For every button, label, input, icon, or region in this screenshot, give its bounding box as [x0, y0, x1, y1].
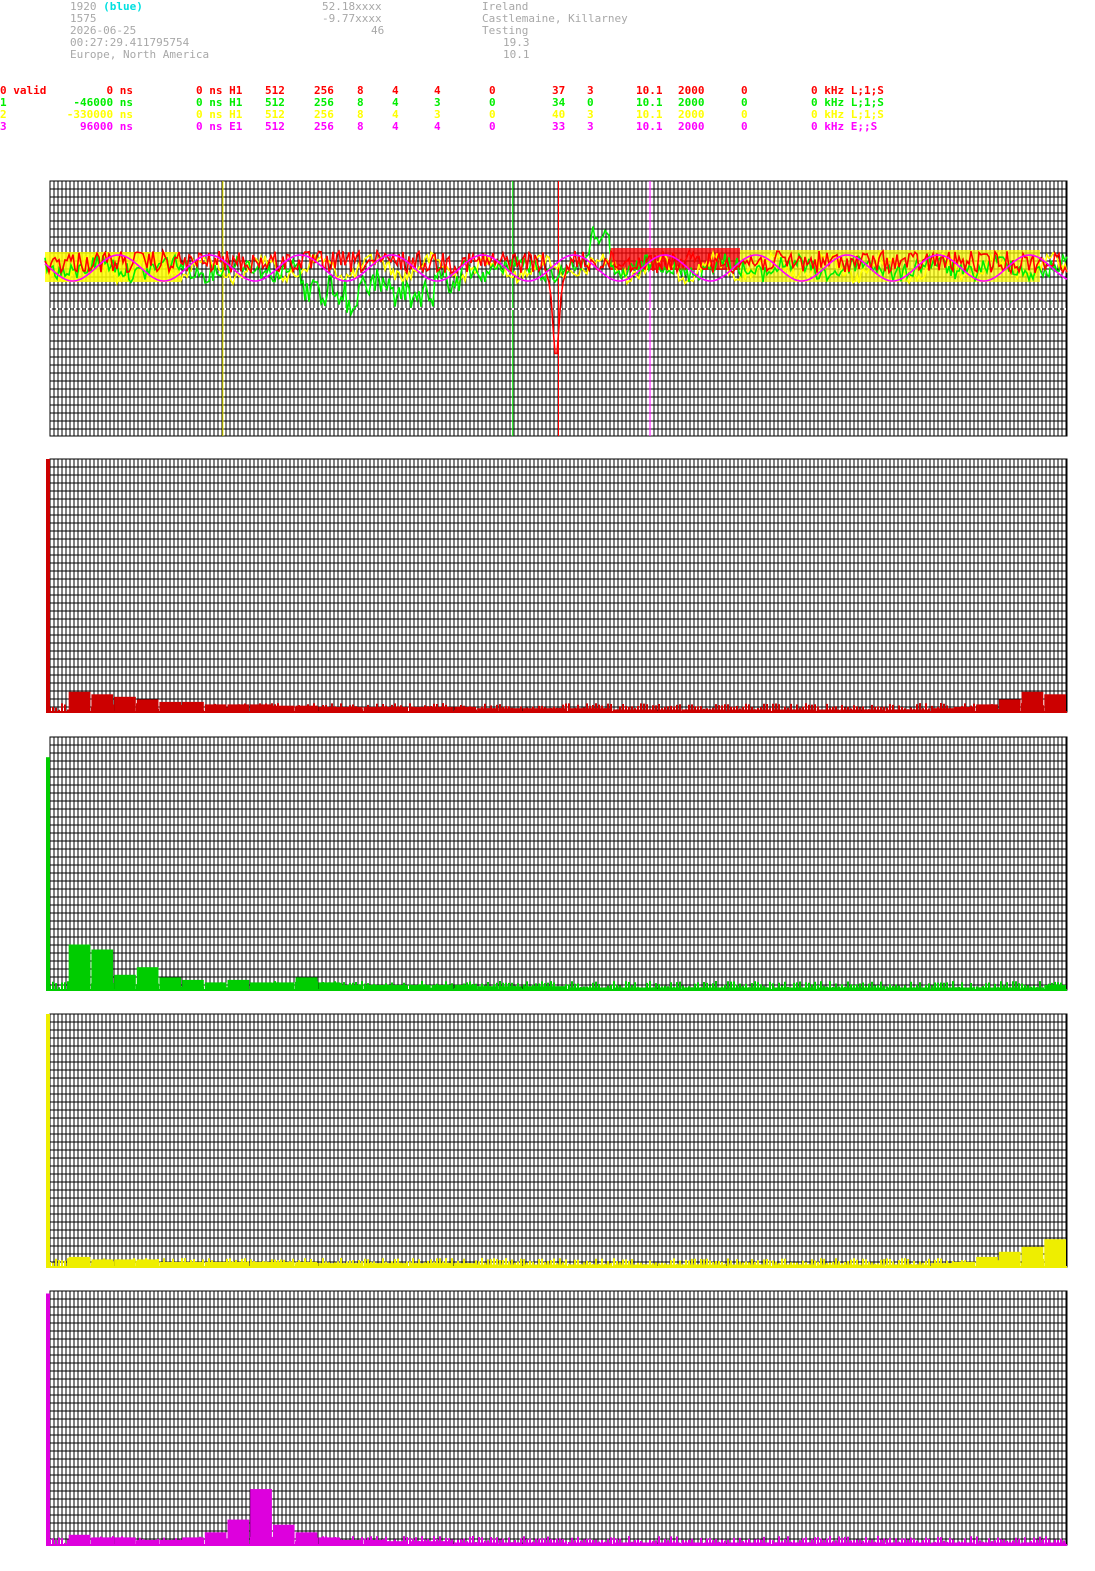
histogram-0-grid [49, 458, 1067, 712]
histogram-0-bar-0 [46, 459, 50, 712]
histogram-1-grid [49, 736, 1067, 990]
histogram-1-bar-2 [91, 949, 114, 990]
signal-charts [44, 180, 1068, 1546]
histogram-3-grid [49, 1290, 1067, 1545]
histogram-0-bar-43 [1021, 691, 1044, 712]
histogram-2-bar-0 [46, 1014, 50, 1267]
histogram-2-grid [49, 1013, 1067, 1267]
histogram-1-bar-0 [46, 757, 50, 990]
histogram-3-bar-0 [46, 1293, 50, 1545]
